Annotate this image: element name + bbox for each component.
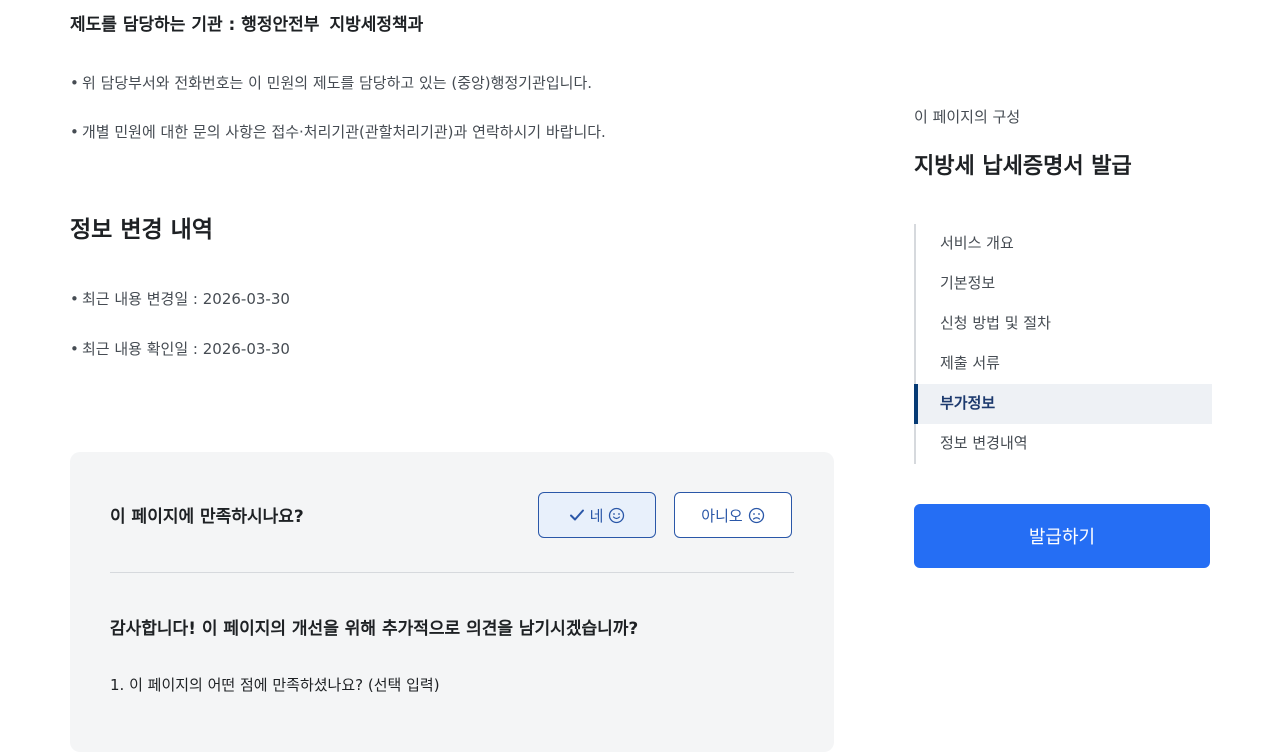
outline-nav: 서비스 개요 기본정보 신청 방법 및 절차 제출 서류 부가정보 정보 변경내… [914,224,1212,464]
survey-divider [110,572,794,573]
frown-icon [748,507,765,524]
outline-caption: 이 페이지의 구성 [914,108,1021,126]
yes-label: 네 [589,506,604,525]
change-history-list: 최근 내용 변경일 : 2026-03-30 최근 내용 확인일 : 2026-… [70,288,290,388]
survey-question-1: 1. 이 페이지의 어떤 점에 만족하셨나요? (선택 입력) [110,676,440,694]
issue-button[interactable]: 발급하기 [914,504,1210,568]
no-label: 아니오 [701,506,743,525]
agency-department: 지방세정책과 [329,15,424,35]
outline-item-required-documents[interactable]: 제출 서류 [916,344,1212,384]
notice-item: 개별 민원에 대한 문의 사항은 접수·처리기관(관할처리기관)과 연락하시기 … [70,121,606,170]
agency-label: 제도를 담당하는 기관 : 행정안전부 [70,15,320,35]
responsible-agency: 제도를 담당하는 기관 : 행정안전부 지방세정책과 [70,10,423,35]
last-modified-date: 최근 내용 변경일 : 2026-03-30 [70,288,290,338]
survey-followup-prompt: 감사합니다! 이 페이지의 개선을 위해 추가적으로 의견을 남기시겠습니까? [110,619,639,639]
smile-icon [608,507,625,524]
outline-title: 지방세 납세증명서 발급 [914,154,1132,179]
last-checked-date: 최근 내용 확인일 : 2026-03-30 [70,338,290,388]
outline-item-application-process[interactable]: 신청 방법 및 절차 [916,304,1212,344]
notice-item: 위 담당부서와 전화번호는 이 민원의 제도를 담당하고 있는 (중앙)행정기관… [70,72,606,121]
change-history-title: 정보 변경 내역 [70,217,213,243]
outline-item-additional-info[interactable]: 부가정보 [914,384,1212,424]
outline-item-basic-info[interactable]: 기본정보 [916,264,1212,304]
satisfaction-survey: 이 페이지에 만족하시나요? 네 아니오 감사합니다! 이 페이지의 개선을 위… [70,452,834,752]
notice-list: 위 담당부서와 전화번호는 이 민원의 제도를 담당하고 있는 (중앙)행정기관… [70,72,606,170]
outline-item-service-overview[interactable]: 서비스 개요 [916,224,1212,264]
yes-button[interactable]: 네 [538,492,656,538]
no-button[interactable]: 아니오 [674,492,792,538]
outline-item-change-history[interactable]: 정보 변경내역 [916,424,1212,464]
check-icon [569,507,585,523]
survey-question: 이 페이지에 만족하시나요? [110,507,304,527]
